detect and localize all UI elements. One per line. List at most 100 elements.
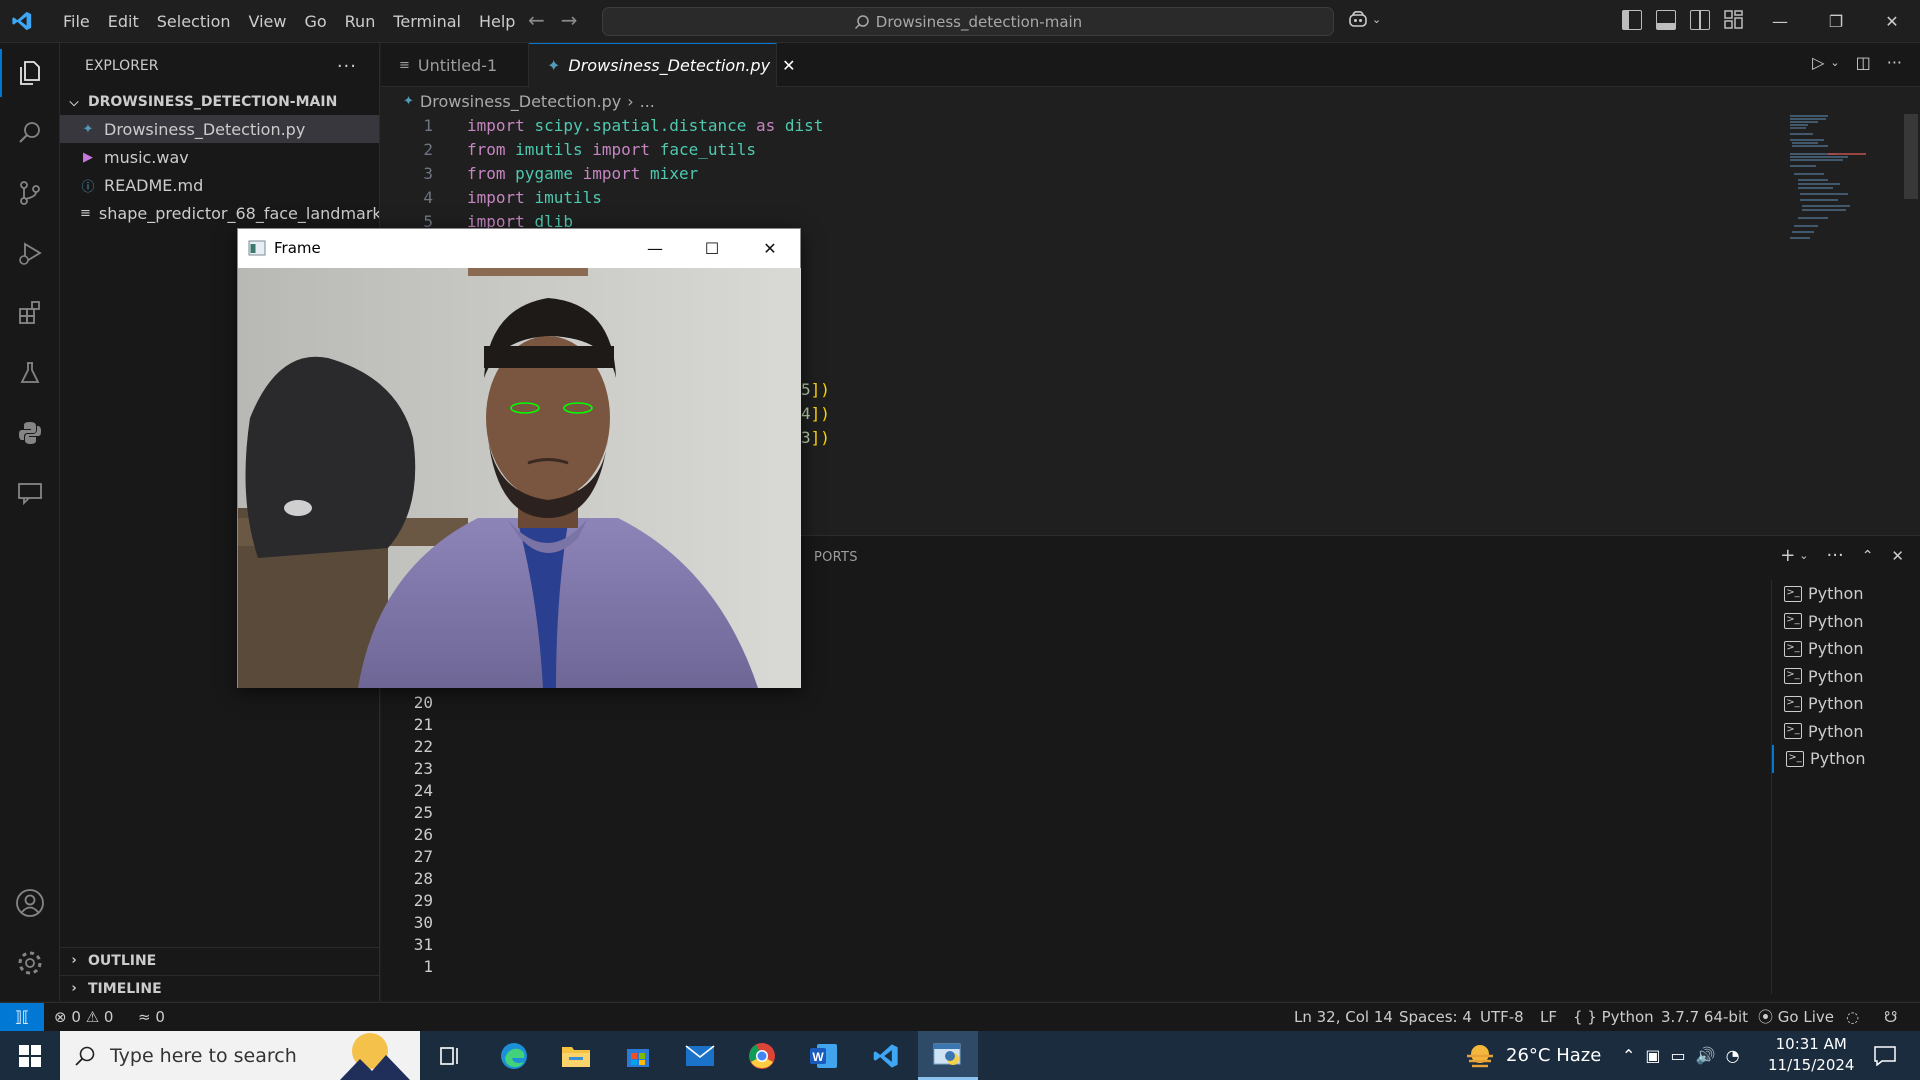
- toggle-primary-sidebar-icon[interactable]: [1622, 10, 1642, 30]
- terminal-output[interactable]: 20 21 22 23 24 25 26 27 28 29 30 31 1: [381, 692, 433, 978]
- taskbar-search[interactable]: Type here to search: [60, 1031, 420, 1080]
- menu-terminal[interactable]: Terminal: [384, 0, 470, 43]
- menu-file[interactable]: File: [54, 0, 99, 43]
- outline-section[interactable]: › OUTLINE: [60, 947, 380, 973]
- frame-window[interactable]: Frame — ☐ ✕: [237, 228, 801, 688]
- forward-arrow-icon[interactable]: →: [561, 8, 578, 32]
- encoding[interactable]: UTF-8: [1480, 1003, 1524, 1031]
- more-actions-icon[interactable]: ···: [1827, 545, 1844, 566]
- settings-gear-icon[interactable]: [0, 933, 60, 993]
- maximize-panel-icon[interactable]: ⌃: [1862, 548, 1874, 564]
- show-hidden-icons-icon[interactable]: ⌃: [1622, 1046, 1635, 1065]
- editor-scrollbar[interactable]: [1904, 114, 1918, 199]
- file-item-shape-predictor[interactable]: ≡ shape_predictor_68_face_landmarks....: [60, 199, 379, 227]
- task-view-icon[interactable]: [420, 1031, 480, 1080]
- vscode-taskbar-icon[interactable]: [856, 1031, 916, 1080]
- file-item-readme[interactable]: ⓘ README.md: [60, 171, 379, 199]
- extensions-icon[interactable]: [0, 283, 60, 343]
- menu-edit[interactable]: Edit: [99, 0, 148, 43]
- more-actions-icon[interactable]: ···: [337, 56, 357, 77]
- network-icon[interactable]: ◔: [1726, 1046, 1740, 1065]
- edge-browser-icon[interactable]: [484, 1031, 544, 1080]
- cursor-position[interactable]: Ln 32, Col 14: [1294, 1003, 1393, 1031]
- remote-explorer-icon[interactable]: [0, 463, 60, 523]
- python-window-taskbar-icon[interactable]: [918, 1031, 978, 1080]
- split-editor-icon[interactable]: ◫: [1856, 53, 1871, 72]
- breadcrumb-file[interactable]: Drowsiness_Detection.py: [420, 92, 621, 111]
- terminal-item[interactable]: >_ Python: [1772, 690, 1920, 718]
- new-terminal-icon[interactable]: +: [1780, 545, 1795, 566]
- microsoft-store-icon[interactable]: [608, 1031, 668, 1080]
- chrome-icon[interactable]: [732, 1031, 792, 1080]
- more-actions-icon[interactable]: ···: [1887, 53, 1902, 72]
- terminal-item[interactable]: >_ Python: [1772, 608, 1920, 636]
- terminal-item[interactable]: >_ Python: [1772, 580, 1920, 608]
- remote-indicator-icon[interactable]: ⟧⟦: [0, 1003, 44, 1031]
- tab-drowsiness-detection[interactable]: ✦ Drowsiness_Detection.py ✕: [529, 43, 795, 87]
- frame-maximize-icon[interactable]: ☐: [684, 229, 740, 267]
- menu-help[interactable]: Help: [470, 0, 524, 43]
- close-tab-icon[interactable]: ✕: [782, 56, 795, 75]
- terminal-item[interactable]: >_ Python: [1772, 663, 1920, 691]
- file-item-music[interactable]: ▶ music.wav: [60, 143, 379, 171]
- taskbar-clock[interactable]: 10:31 AM 11/15/2024: [1768, 1034, 1854, 1076]
- go-live-button[interactable]: ⦿ Go Live: [1758, 1003, 1834, 1031]
- customize-layout-icon[interactable]: [1724, 10, 1744, 30]
- restore-icon[interactable]: ❐: [1808, 0, 1864, 43]
- terminal-item[interactable]: >_ Python: [1772, 635, 1920, 663]
- problems-indicator[interactable]: ⊗ 0 ⚠ 0: [54, 1003, 113, 1031]
- windows-start-icon[interactable]: [0, 1031, 60, 1080]
- breadcrumb-rest[interactable]: ...: [640, 92, 655, 111]
- toggle-secondary-sidebar-icon[interactable]: [1690, 10, 1710, 30]
- chevron-down-icon[interactable]: ⌄: [1830, 56, 1839, 69]
- mail-icon[interactable]: [670, 1031, 730, 1080]
- tab-untitled-1[interactable]: ≡ Untitled-1: [381, 43, 529, 87]
- frame-minimize-icon[interactable]: —: [627, 229, 683, 267]
- copilot-status-icon[interactable]: ◌: [1846, 1003, 1859, 1031]
- accounts-icon[interactable]: [0, 873, 60, 933]
- menu-selection[interactable]: Selection: [148, 0, 240, 43]
- frame-close-icon[interactable]: ✕: [742, 229, 798, 267]
- end-of-line[interactable]: LF: [1540, 1003, 1557, 1031]
- terminal-line: 20: [413, 693, 433, 712]
- battery-icon[interactable]: ▭: [1671, 1046, 1686, 1065]
- terminal-item-active[interactable]: >_ Python: [1772, 745, 1920, 773]
- weather-widget[interactable]: 26°C Haze: [1464, 1031, 1601, 1080]
- back-arrow-icon[interactable]: ←: [528, 8, 545, 32]
- python-interpreter[interactable]: 3.7.7 64-bit: [1661, 1003, 1748, 1031]
- menu-run[interactable]: Run: [336, 0, 385, 43]
- explorer-icon[interactable]: [0, 43, 60, 103]
- close-panel-icon[interactable]: ✕: [1891, 547, 1904, 565]
- menu-go[interactable]: Go: [295, 0, 335, 43]
- terminal-item[interactable]: >_ Python: [1772, 718, 1920, 746]
- command-center[interactable]: Drowsiness_detection-main: [602, 7, 1334, 36]
- source-control-icon[interactable]: [0, 163, 60, 223]
- language-mode[interactable]: { } Python: [1573, 1003, 1654, 1031]
- timeline-section[interactable]: › TIMELINE: [60, 975, 380, 1001]
- ports-indicator[interactable]: ≈ 0: [138, 1003, 165, 1031]
- action-center-icon[interactable]: [1860, 1031, 1910, 1080]
- chevron-down-icon[interactable]: ⌄: [1799, 549, 1808, 562]
- folder-header[interactable]: ⌵ DROWSINESS_DETECTION-MAIN: [60, 89, 379, 115]
- meet-now-icon[interactable]: ▣: [1645, 1046, 1660, 1065]
- frame-title-bar[interactable]: Frame — ☐ ✕: [238, 229, 800, 267]
- search-icon[interactable]: [0, 103, 60, 163]
- minimap[interactable]: [1788, 114, 1866, 264]
- file-explorer-icon[interactable]: [546, 1031, 606, 1080]
- explorer-title: EXPLORER: [85, 58, 159, 74]
- file-item-drowsiness-detection[interactable]: ✦ Drowsiness_Detection.py: [60, 115, 379, 143]
- minimize-icon[interactable]: —: [1752, 0, 1808, 43]
- tab-ports[interactable]: PORTS: [814, 550, 858, 565]
- copilot-button[interactable]: ⌄: [1348, 10, 1381, 28]
- notifications-bell-icon[interactable]: ☋: [1884, 1003, 1897, 1031]
- run-debug-icon[interactable]: [0, 223, 60, 283]
- testing-icon[interactable]: [0, 343, 60, 403]
- run-python-icon[interactable]: ▷: [1812, 53, 1824, 72]
- close-icon[interactable]: ✕: [1864, 0, 1920, 43]
- python-icon[interactable]: [0, 403, 60, 463]
- word-icon[interactable]: W: [794, 1031, 854, 1080]
- toggle-panel-icon[interactable]: [1656, 10, 1676, 30]
- volume-icon[interactable]: 🔊: [1696, 1046, 1716, 1065]
- menu-view[interactable]: View: [240, 0, 296, 43]
- indentation[interactable]: Spaces: 4: [1399, 1003, 1472, 1031]
